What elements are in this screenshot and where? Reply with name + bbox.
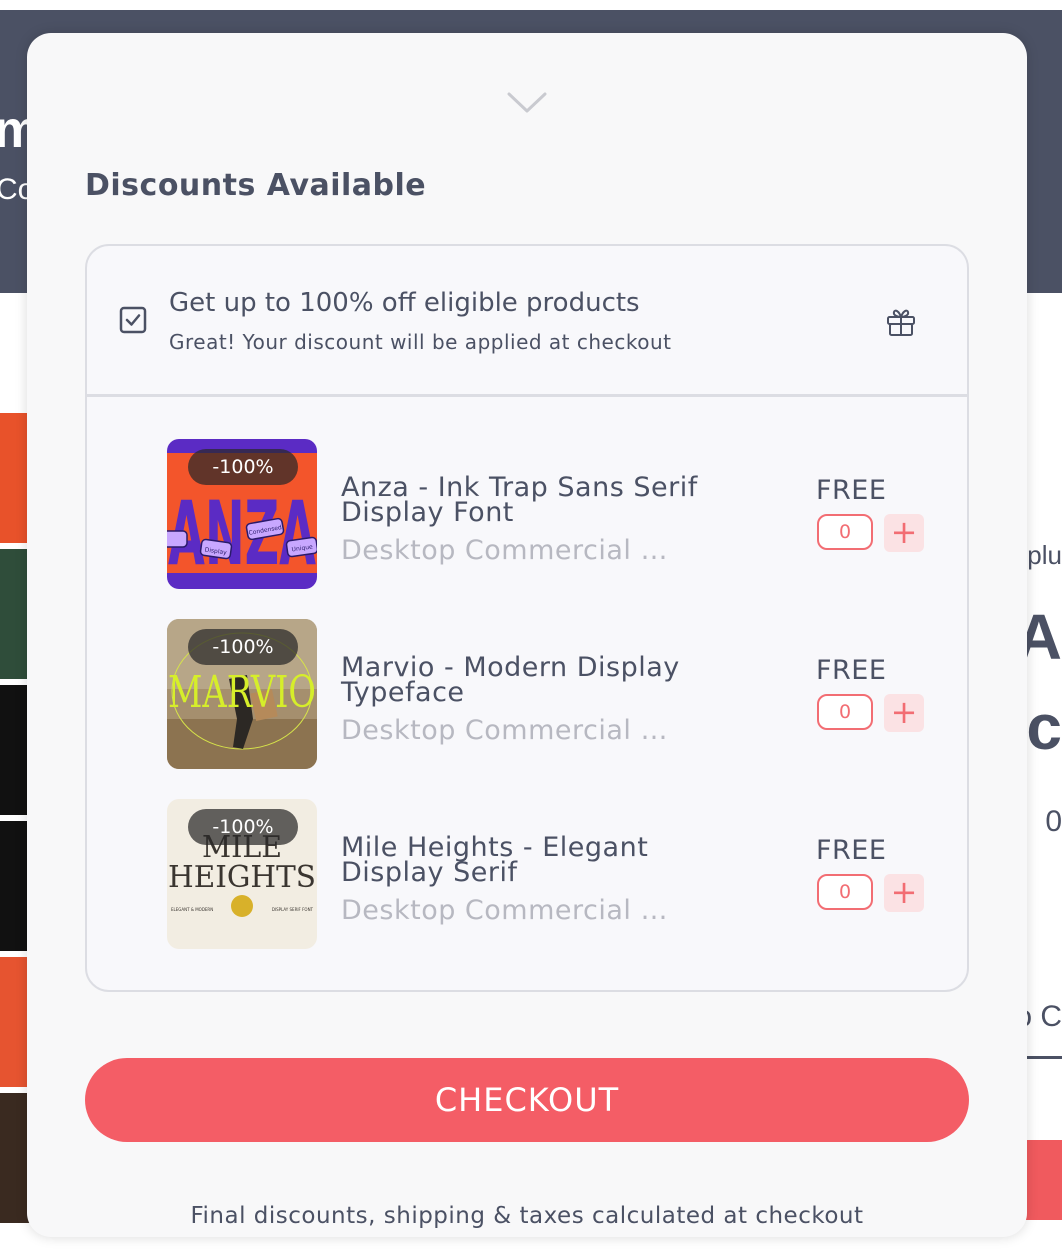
checkbox-checked-icon[interactable] — [119, 306, 147, 334]
thumb-caption: DISPLAY SERIF FONT — [272, 907, 314, 912]
offer-subtitle: Great! Your discount will be applied at … — [169, 330, 672, 354]
modal-title: Discounts Available — [85, 168, 427, 203]
product-price: FREE — [816, 475, 887, 506]
plus-icon[interactable]: + — [884, 874, 924, 912]
background-text-fragment: 0 — [1045, 805, 1062, 838]
product-thumbnail[interactable]: ANZA Display Condensed Unique -100% — [167, 439, 317, 589]
background-text-fragment: plu — [1027, 540, 1062, 570]
offer-row[interactable]: Get up to 100% off eligible products Gre… — [87, 246, 967, 397]
product-license[interactable]: Desktop Commercial Li... — [341, 535, 681, 566]
product-item: ANZA Display Condensed Unique -100% Anza… — [167, 439, 947, 589]
offer-title: Get up to 100% off eligible products — [169, 288, 640, 318]
product-license[interactable]: Desktop Commercial Li... — [341, 895, 681, 926]
discount-card: Get up to 100% off eligible products Gre… — [85, 244, 969, 992]
discount-badge: -100% — [188, 449, 298, 485]
plus-icon[interactable]: + — [884, 694, 924, 732]
quantity-input[interactable] — [817, 514, 873, 550]
product-item: MILE HEIGHTS ELEGANT & MODERN DISPLAY SE… — [167, 799, 947, 949]
chevron-down-icon[interactable] — [507, 91, 547, 115]
quantity-input[interactable] — [817, 874, 873, 910]
thumb-caption: ELEGANT & MODERN — [171, 907, 213, 912]
discount-badge: -100% — [188, 809, 298, 845]
checkout-footnote: Final discounts, shipping & taxes calcul… — [190, 1203, 864, 1229]
product-price: FREE — [816, 835, 887, 866]
gift-icon — [885, 306, 917, 338]
quantity-input[interactable] — [817, 694, 873, 730]
product-license[interactable]: Desktop Commercial Li... — [341, 715, 681, 746]
thumb-text: HEIGHTS — [168, 860, 316, 895]
product-name[interactable]: Anza - Ink Trap Sans Serif Display Font — [341, 474, 721, 526]
thumb-text: MARVIO — [168, 667, 316, 718]
product-price: FREE — [816, 655, 887, 686]
plus-icon[interactable]: + — [884, 514, 924, 552]
discounts-modal: Discounts Available Get up to 100% off e… — [27, 33, 1027, 1237]
product-item: MARVIO -100% Marvio - Modern Display Typ… — [167, 619, 947, 769]
product-thumbnail[interactable]: MARVIO -100% — [167, 619, 317, 769]
discount-badge: -100% — [188, 629, 298, 665]
checkout-button[interactable]: CHECKOUT — [85, 1058, 969, 1142]
product-thumbnail[interactable]: MILE HEIGHTS ELEGANT & MODERN DISPLAY SE… — [167, 799, 317, 949]
product-name[interactable]: Marvio - Modern Display Typeface — [341, 654, 721, 706]
thumb-text: ANZA — [168, 482, 316, 585]
product-name[interactable]: Mile Heights - Elegant Display Serif — [341, 834, 721, 886]
